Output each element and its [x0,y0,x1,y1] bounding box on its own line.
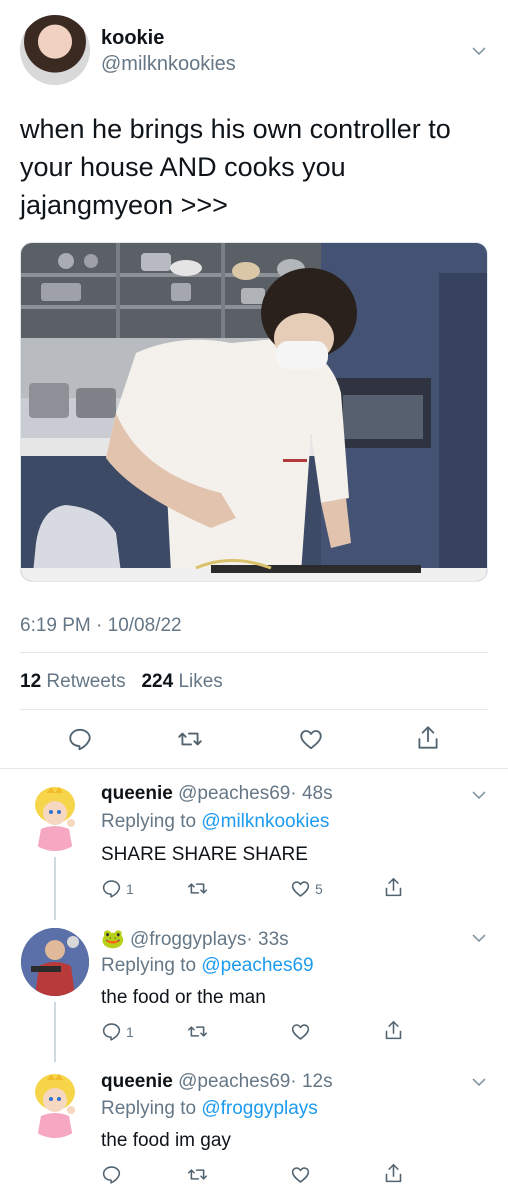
heart-icon [291,1024,310,1040]
heart-icon [291,881,310,897]
reply-button[interactable] [101,1164,126,1185]
reply-time: · 12s [290,1071,333,1092]
replying-to-prefix: Replying to [101,811,197,832]
reply-handle[interactable]: @froggyplays [130,929,246,950]
replying-to-prefix: Replying to [101,1098,197,1119]
reply-menu-chevron-down-icon[interactable] [472,931,486,945]
replying-to-link[interactable]: @milknkookies [201,811,329,832]
peach-avatar-illustration [35,1074,75,1138]
reply-time: · 33s [246,929,289,950]
reply-display-name[interactable]: 🐸 [101,929,125,950]
peach-avatar-illustration [35,787,75,851]
reply-bubble-icon [102,1023,121,1041]
divider [0,768,508,769]
replying-to-line: Replying to @milknkookies [101,811,329,833]
retweet-icon [187,1169,208,1180]
reply-header: 🐸 @froggyplays· 33s [101,927,289,951]
kitchen-photo-illustration [21,243,487,581]
reply-count: 1 [126,1023,134,1040]
reply-button[interactable] [67,726,93,752]
tweet-photo[interactable] [20,242,488,582]
retweets-label: Retweets [46,671,126,692]
divider [20,652,488,653]
share-button[interactable] [415,724,441,752]
reply-avatar[interactable] [21,783,89,851]
tweet-text-line: jajangmyeon >>> [20,190,228,220]
replying-to-link[interactable]: @peaches69 [201,955,313,976]
replying-to-line: Replying to @peaches69 [101,955,314,977]
reply-display-name[interactable]: queenie [101,783,173,804]
reply-handle[interactable]: @peaches69 [178,783,290,804]
tweet-stats: 12 Retweets 224 Likes [20,671,223,693]
share-icon [385,877,402,897]
reply-button[interactable]: 1 [101,878,134,899]
share-icon [418,726,438,749]
retweets-stat[interactable]: 12 Retweets [20,671,131,692]
like-button[interactable] [298,726,324,752]
reply-avatar[interactable] [21,1070,89,1138]
game-character-avatar-illustration [21,928,89,996]
retweet-button[interactable] [187,1164,208,1185]
share-button[interactable] [383,1019,404,1042]
reply-time: · 48s [290,783,333,804]
author-display-name[interactable]: kookie [101,27,164,50]
heart-icon [291,1167,310,1183]
reply-handle[interactable]: @peaches69 [178,1071,290,1092]
replying-to-prefix: Replying to [101,955,197,976]
retweet-button[interactable] [187,878,208,899]
retweet-button[interactable] [177,726,203,752]
reply-header: queenie @peaches69· 48s [101,783,333,805]
reply-bubble-icon [102,880,121,898]
likes-count: 224 [141,671,174,692]
share-icon [385,1163,402,1183]
likes-stat[interactable]: 224 Likes [141,671,222,692]
reply-button[interactable]: 1 [101,1021,134,1042]
share-button[interactable] [383,876,404,899]
retweet-icon [187,1026,208,1037]
reply-bubble-icon [69,728,91,751]
divider [20,709,488,710]
reply-menu-chevron-down-icon[interactable] [472,1075,486,1089]
retweet-button[interactable] [187,1021,208,1042]
share-icon [385,1020,402,1040]
reply-count: 1 [126,880,134,897]
like-button[interactable]: 5 [290,878,323,899]
heart-icon [300,730,322,750]
reply-header: queenie @peaches69· 12s [101,1071,333,1093]
replying-to-link[interactable]: @froggyplays [201,1098,317,1119]
tweet-timestamp[interactable]: 6:19 PM · 10/08/22 [20,615,182,637]
like-count: 5 [315,880,323,897]
reply-text: the food im gay [101,1130,231,1151]
replying-to-line: Replying to @froggyplays [101,1098,318,1120]
reply-bubble-icon [102,1166,121,1184]
tweet-menu-chevron-down-icon[interactable] [472,44,486,58]
author-avatar[interactable] [20,15,90,85]
reply-display-name[interactable]: queenie [101,1071,173,1092]
thread-line [54,1002,56,1062]
reply-avatar[interactable] [21,928,89,996]
reply-text: the food or the man [101,987,266,1008]
tweet-text-line: your house AND cooks you [20,152,346,182]
retweet-icon [187,883,208,894]
thread-line [54,857,56,920]
likes-label: Likes [178,671,223,692]
like-button[interactable] [290,1021,315,1042]
reply-menu-chevron-down-icon[interactable] [472,788,486,802]
tweet-text: when he brings his own controller to you… [20,110,490,224]
author-handle[interactable]: @milknkookies [101,53,236,76]
reply-text: SHARE SHARE SHARE [101,844,308,865]
retweets-count: 12 [20,671,42,692]
tweet-text-line: when he brings his own controller to [20,114,451,144]
retweet-icon [178,732,202,746]
like-button[interactable] [290,1164,315,1185]
share-button[interactable] [383,1162,404,1185]
